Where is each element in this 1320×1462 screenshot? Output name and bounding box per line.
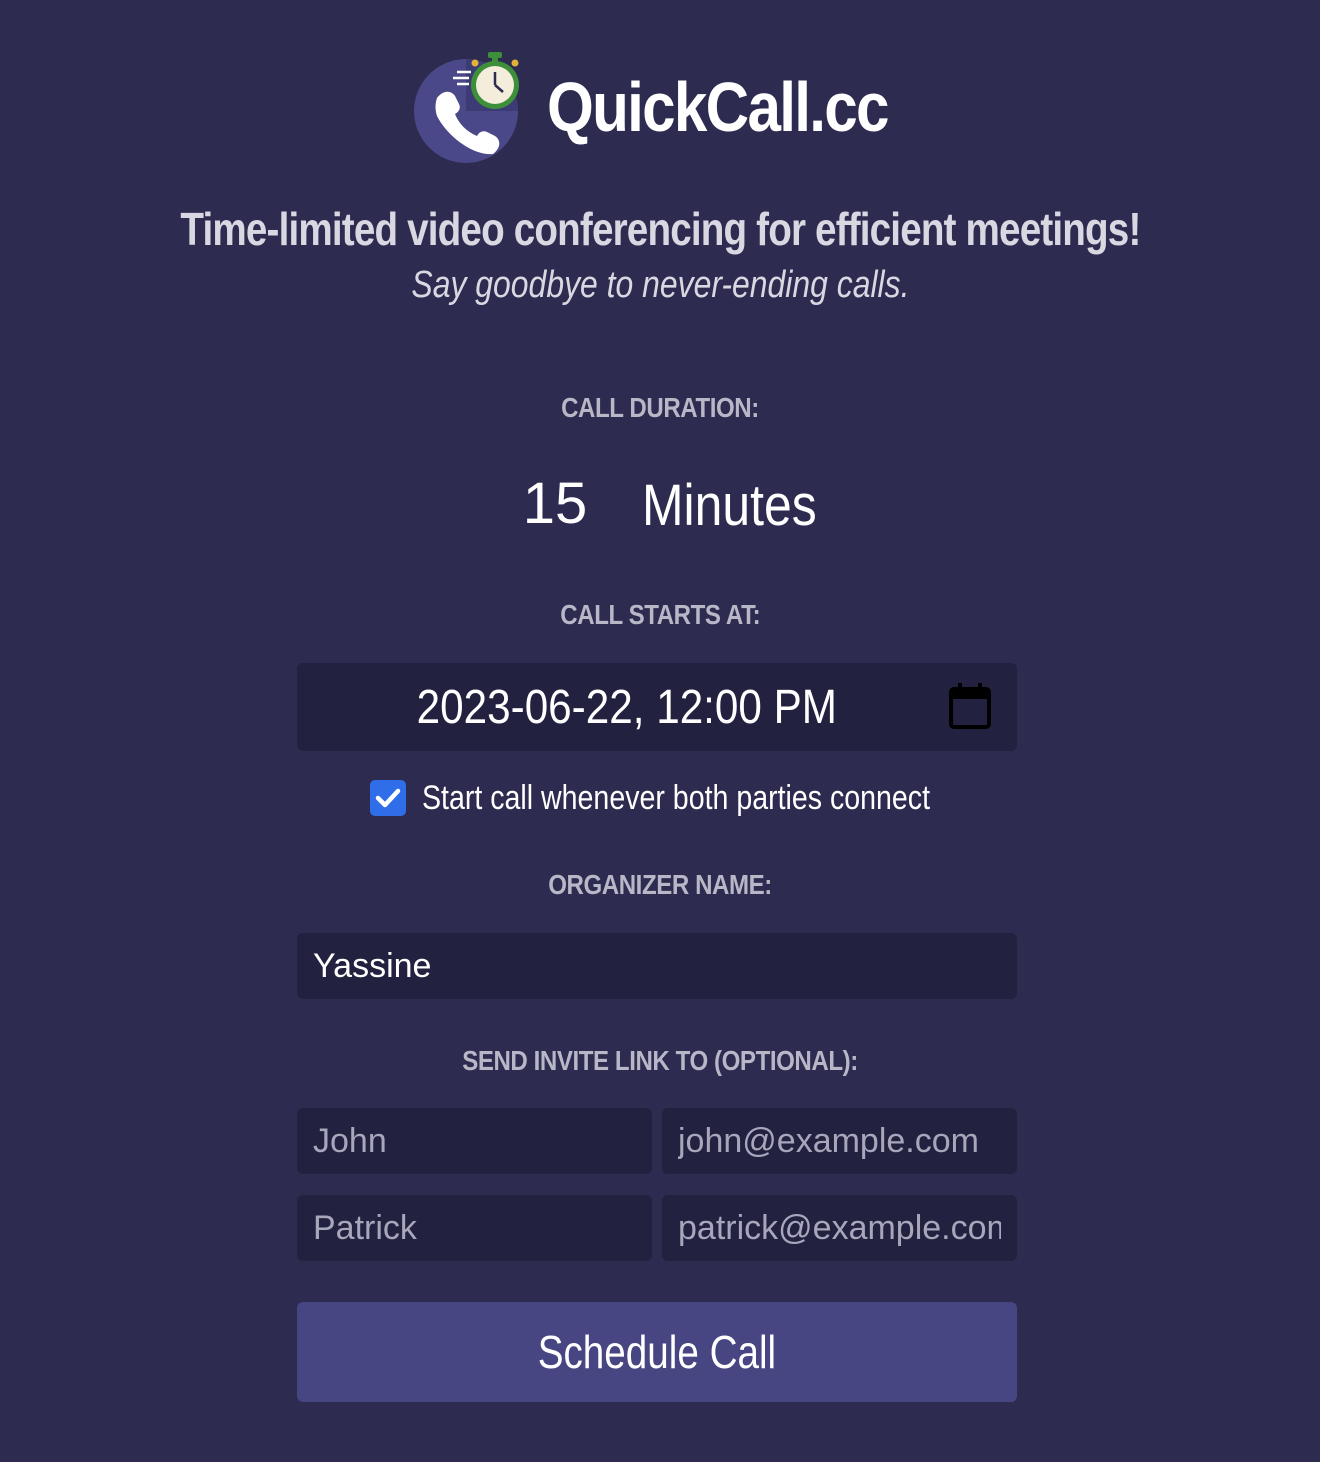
- schedule-call-page: QuickCall.cc Time-limited video conferen…: [0, 0, 1320, 1462]
- schedule-call-button[interactable]: Schedule Call: [297, 1302, 1017, 1402]
- subtagline: Say goodbye to never-ending calls.: [0, 264, 1320, 307]
- start-datetime-field[interactable]: 2023-06-22, 12:00 PM: [297, 663, 1017, 751]
- invite-email-input-2[interactable]: [662, 1195, 1017, 1261]
- organizer-name-label: ORGANIZER NAME:: [0, 869, 1320, 901]
- schedule-call-button-label: Schedule Call: [537, 1326, 777, 1378]
- duration-row: Minutes: [0, 470, 1320, 540]
- call-starts-label: CALL STARTS AT:: [0, 599, 1320, 631]
- auto-start-checkbox-label: Start call whenever both parties connect: [422, 778, 931, 817]
- invite-name-input-1[interactable]: [297, 1108, 652, 1174]
- tagline-text: Time-limited video conferencing for effi…: [179, 203, 1141, 255]
- duration-input[interactable]: [510, 470, 600, 537]
- call-duration-label: CALL DURATION:: [0, 392, 1320, 424]
- auto-start-checkbox[interactable]: [370, 780, 406, 816]
- app-title: QuickCall.cc: [547, 68, 889, 146]
- call-starts-label-text: CALL STARTS AT:: [559, 599, 761, 630]
- invite-label-text: SEND INVITE LINK TO (OPTIONAL):: [462, 1045, 858, 1076]
- invite-name-input-2[interactable]: [297, 1195, 652, 1261]
- invite-email-input-1[interactable]: [662, 1108, 1017, 1174]
- start-datetime-value: 2023-06-22, 12:00 PM: [297, 680, 957, 735]
- auto-start-option[interactable]: Start call whenever both parties connect: [370, 778, 1027, 818]
- duration-unit: Minutes: [642, 473, 817, 538]
- call-duration-label-text: CALL DURATION:: [561, 392, 759, 423]
- tagline: Time-limited video conferencing for effi…: [0, 202, 1320, 256]
- start-datetime-text: 2023-06-22, 12:00 PM: [416, 680, 838, 734]
- check-icon: [375, 788, 401, 808]
- subtagline-text: Say goodbye to never-ending calls.: [410, 264, 910, 306]
- calendar-icon[interactable]: [947, 681, 993, 731]
- phone-stopwatch-icon: [414, 52, 519, 163]
- invite-label: SEND INVITE LINK TO (OPTIONAL):: [0, 1045, 1320, 1077]
- organizer-name-label-text: ORGANIZER NAME:: [548, 869, 772, 900]
- brand-header: QuickCall.cc: [0, 48, 1320, 166]
- organizer-name-input[interactable]: [297, 933, 1017, 999]
